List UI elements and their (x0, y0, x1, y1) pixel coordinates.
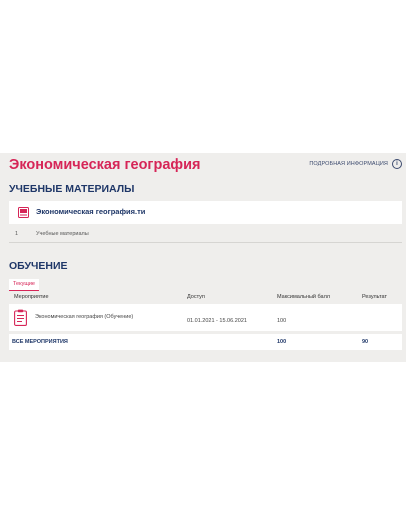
table-header: Мероприятие Доступ Максимальный балл Рез… (9, 290, 402, 304)
material-file-item[interactable]: Экономическая география.ти (9, 201, 402, 224)
column-event: Мероприятие (14, 294, 49, 300)
total-label: ВСЕ МЕРОПРИЯТИЯ (12, 339, 68, 345)
more-info-link[interactable]: ПОДРОБНАЯ ИНФОРМАЦИЯ i (309, 159, 402, 169)
clipboard-icon (14, 309, 27, 326)
event-name[interactable]: Экономическая география (Обучение) (35, 314, 133, 320)
column-max-score: Максимальный балл (277, 294, 330, 300)
column-result: Результат (362, 294, 388, 300)
course-panel: Экономическая география ПОДРОБНАЯ ИНФОРМ… (0, 153, 406, 362)
book-icon (18, 207, 29, 218)
training-heading: ОБУЧЕНИЕ (9, 260, 68, 272)
table-total-row: ВСЕ МЕРОПРИЯТИЯ 100 90 (9, 334, 402, 350)
materials-heading: УЧЕБНЫЕ МАТЕРИАЛЫ (9, 183, 135, 195)
material-row[interactable]: 1 Учебные материалы (9, 227, 402, 243)
event-max-score: 100 (277, 318, 287, 324)
more-info-label: ПОДРОБНАЯ ИНФОРМАЦИЯ (309, 161, 388, 167)
column-access: Доступ (187, 294, 205, 300)
material-row-label[interactable]: Учебные материалы (36, 231, 89, 237)
total-max-score: 100 (277, 339, 287, 345)
info-icon[interactable]: i (392, 159, 402, 169)
material-row-number: 1 (15, 231, 19, 237)
material-file-name[interactable]: Экономическая география.ти (36, 207, 145, 216)
course-title: Экономическая география (9, 157, 201, 173)
event-access: 01.01.2021 - 15.06.2021 (187, 318, 247, 324)
table-row[interactable]: Экономическая география (Обучение) 01.01… (9, 304, 402, 331)
total-result: 90 (362, 339, 369, 345)
